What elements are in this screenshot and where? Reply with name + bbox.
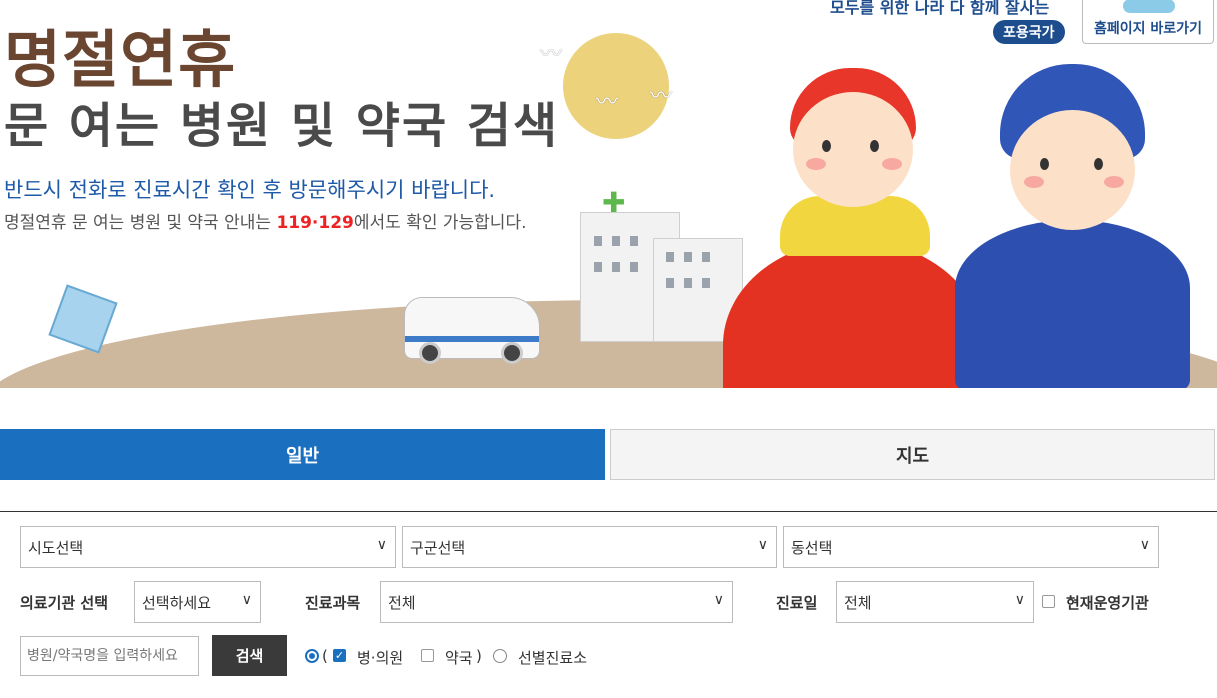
chevron-down-icon: ∨ — [241, 592, 252, 608]
date-select[interactable]: 전체 ∨ — [836, 581, 1034, 623]
department-select-value: 전체 — [388, 593, 416, 612]
girl-face-illustration — [793, 92, 913, 207]
hospital-cross-icon: ✚ — [602, 186, 626, 219]
banner-info-prefix: 명절연휴 문 여는 병원 및 약국 안내는 — [4, 213, 277, 233]
open-now-checkbox[interactable] — [1042, 595, 1055, 608]
dong-select[interactable]: 동선택 ∨ — [783, 526, 1159, 568]
ambulance-wheel — [501, 342, 523, 364]
dong-select-value: 동선택 — [791, 538, 833, 557]
homepage-logo-icon — [1123, 0, 1175, 13]
boy-eye — [1040, 158, 1049, 170]
banner-info-numbers: 119·129 — [276, 213, 354, 233]
sido-select[interactable]: 시도선택 ∨ — [20, 526, 396, 568]
chevron-down-icon: ∨ — [713, 592, 724, 608]
boy-eye — [1094, 158, 1103, 170]
girl-cheek — [806, 158, 826, 170]
building-window — [666, 252, 674, 262]
banner-info: 명절연휴 문 여는 병원 및 약국 안내는 119·129에서도 확인 가능합니… — [4, 208, 527, 233]
building-window — [612, 236, 620, 246]
open-now-label: 현재운영기관 — [1066, 594, 1149, 612]
chevron-down-icon: ∨ — [376, 537, 387, 553]
homepage-button[interactable]: 홈페이지 바로가기 — [1082, 0, 1214, 44]
search-button[interactable]: 검색 — [212, 635, 287, 676]
building-window — [630, 262, 638, 272]
girl-cheek — [882, 158, 902, 170]
institution-label: 의료기관 선택 — [20, 594, 109, 612]
section-divider — [0, 511, 1217, 512]
banner-notice: 반드시 전화로 진료시간 확인 후 방문해주시기 바랍니다. — [4, 178, 496, 202]
crane-illustration: 〰 — [596, 90, 619, 115]
banner-info-suffix: 에서도 확인 가능합니다. — [353, 213, 527, 233]
gugun-select-value: 구군선택 — [410, 538, 466, 557]
building-window — [684, 278, 692, 288]
screening-option-label: 선별진료소 — [518, 649, 588, 667]
slogan-badge: 포용국가 — [993, 20, 1065, 44]
department-select[interactable]: 전체 ∨ — [380, 581, 733, 623]
view-tabs: 일반 지도 — [0, 429, 1217, 480]
slogan-text: 모두를 위한 나라 다 함께 잘사는 — [830, 0, 1050, 17]
boy-hanbok-illustration — [955, 220, 1190, 388]
ambulance-wheel — [419, 342, 441, 364]
boy-face-illustration — [1010, 110, 1135, 230]
screening-radio[interactable] — [493, 649, 507, 663]
building-window — [630, 236, 638, 246]
pharmacy-checkbox[interactable] — [421, 649, 434, 662]
date-select-value: 전체 — [844, 593, 872, 612]
sido-select-value: 시도선택 — [28, 538, 84, 557]
hero-banner: 〰 〰 〰 명절연휴 문 여는 병원 및 약국 검색 반드시 전화로 진료시간 … — [0, 0, 1217, 388]
building-window — [594, 236, 602, 246]
building-window — [612, 262, 620, 272]
girl-eye — [822, 140, 831, 152]
building-window — [702, 278, 710, 288]
clinic-option-label: 병·의원 — [357, 649, 404, 667]
ambulance-stripe — [405, 336, 539, 342]
department-label: 진료과목 — [305, 594, 361, 612]
chevron-down-icon: ∨ — [757, 537, 768, 553]
clinic-checkbox[interactable]: ✓ — [333, 649, 346, 662]
date-label: 진료일 — [776, 594, 818, 612]
tab-map[interactable]: 지도 — [610, 429, 1215, 480]
banner-title: 명절연휴 — [4, 23, 237, 96]
crane-illustration: 〰 — [650, 84, 673, 109]
crane-illustration: 〰 — [540, 42, 563, 67]
chevron-down-icon: ∨ — [1014, 592, 1025, 608]
building-window — [702, 252, 710, 262]
girl-eye — [870, 140, 879, 152]
girl-dress-illustration — [723, 240, 983, 388]
homepage-button-label: 홈페이지 바로가기 — [1094, 21, 1202, 37]
banner-subtitle: 문 여는 병원 및 약국 검색 — [4, 98, 560, 154]
ambulance-illustration — [404, 297, 540, 364]
building-window — [666, 278, 674, 288]
chevron-down-icon: ∨ — [1139, 537, 1150, 553]
option-paren-close: ) — [476, 647, 482, 665]
institution-select-value: 선택하세요 — [142, 593, 212, 612]
institution-select[interactable]: 선택하세요 ∨ — [134, 581, 261, 623]
building-window — [684, 252, 692, 262]
gugun-select[interactable]: 구군선택 ∨ — [402, 526, 777, 568]
option-paren-open: ( — [322, 647, 328, 665]
search-input[interactable] — [20, 636, 199, 676]
building-window — [594, 262, 602, 272]
boy-cheek — [1024, 176, 1044, 188]
pharmacy-option-label: 약국 — [445, 649, 473, 667]
clinic-radio[interactable] — [305, 649, 319, 663]
boy-cheek — [1104, 176, 1124, 188]
tab-general[interactable]: 일반 — [0, 429, 605, 480]
